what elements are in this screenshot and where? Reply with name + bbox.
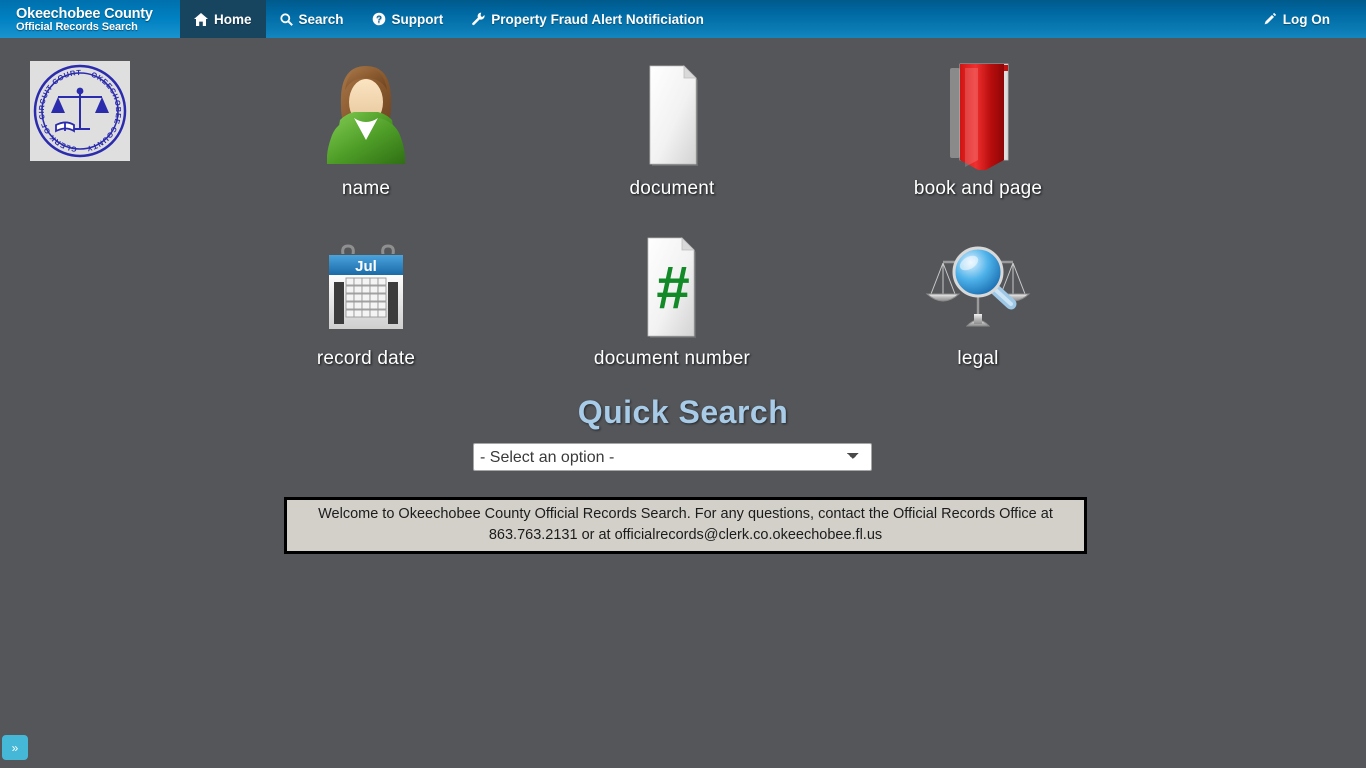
welcome-message-box: Welcome to Okeechobee County Official Re… <box>284 497 1087 555</box>
search-tile-document[interactable]: document <box>519 52 825 222</box>
search-tile-record-date[interactable]: Jul record date <box>213 222 519 392</box>
search-tile-book-and-page[interactable]: book and page <box>825 52 1131 222</box>
top-navbar: Okeechobee County Official Records Searc… <box>0 0 1366 38</box>
red-book-icon <box>932 52 1024 170</box>
nav-item-home[interactable]: Home <box>180 0 266 38</box>
hash-symbol: # <box>656 254 689 321</box>
wrench-icon <box>471 12 485 26</box>
seal-icon: CLERK OF CIRCUIT COURT OKEECHOBEE COUNTY <box>33 64 127 158</box>
clerk-of-circuit-court-seal: CLERK OF CIRCUIT COURT OKEECHOBEE COUNTY <box>30 61 130 161</box>
nav-item-home-label: Home <box>214 11 252 27</box>
log-on-button[interactable]: Log On <box>1255 12 1338 27</box>
nav-item-support[interactable]: ? Support <box>358 0 458 38</box>
nav-item-search[interactable]: Search <box>266 0 358 38</box>
search-tile-document-number-label: document number <box>593 348 751 369</box>
nav-item-property-fraud-alert[interactable]: Property Fraud Alert Notificiation <box>457 0 718 38</box>
document-icon <box>632 52 712 170</box>
nav-right-group: Log On <box>1255 0 1366 38</box>
brand-subtitle: Official Records Search <box>16 21 138 34</box>
scales-magnifier-icon <box>923 222 1033 340</box>
quick-search-heading: Quick Search <box>577 394 789 430</box>
search-tile-document-label: document <box>629 178 715 199</box>
home-icon <box>194 12 208 26</box>
nav-item-property-fraud-alert-label: Property Fraud Alert Notificiation <box>491 11 704 27</box>
brand-block[interactable]: Okeechobee County Official Records Searc… <box>0 0 180 38</box>
search-tile-grid: name document book and page Jul record d… <box>213 52 1133 392</box>
document-hash-icon: # <box>632 222 712 340</box>
search-tile-row-2: Jul record date # document number legal <box>213 222 1133 392</box>
person-icon <box>327 52 405 170</box>
nav-item-support-label: Support <box>391 11 444 27</box>
pencil-icon <box>1263 12 1277 26</box>
search-tile-name[interactable]: name <box>213 52 519 222</box>
quick-search-select[interactable]: - Select an option - <box>473 443 872 471</box>
search-tile-legal-label: legal <box>957 348 999 369</box>
log-on-label: Log On <box>1282 11 1330 27</box>
search-tile-document-number[interactable]: # document number <box>519 222 825 392</box>
calendar-icon: Jul <box>320 222 412 340</box>
question-circle-icon: ? <box>372 12 386 26</box>
brand-title: Okeechobee County <box>16 5 153 22</box>
nav-item-search-label: Search <box>298 11 344 27</box>
search-tile-name-label: name <box>341 178 391 199</box>
search-tile-row-1: name document book and page <box>213 52 1133 222</box>
magnifier-icon <box>279 12 293 26</box>
search-tile-record-date-label: record date <box>316 348 416 369</box>
sidebar-expand-toggle[interactable]: » <box>2 735 28 760</box>
search-tile-book-and-page-label: book and page <box>913 178 1043 199</box>
nav-item-list: Home Search ? Support Property Fraud Ale… <box>180 0 1255 38</box>
svg-text:?: ? <box>375 15 381 26</box>
search-tile-legal[interactable]: legal <box>825 222 1131 392</box>
svg-text:Jul: Jul <box>355 258 377 275</box>
